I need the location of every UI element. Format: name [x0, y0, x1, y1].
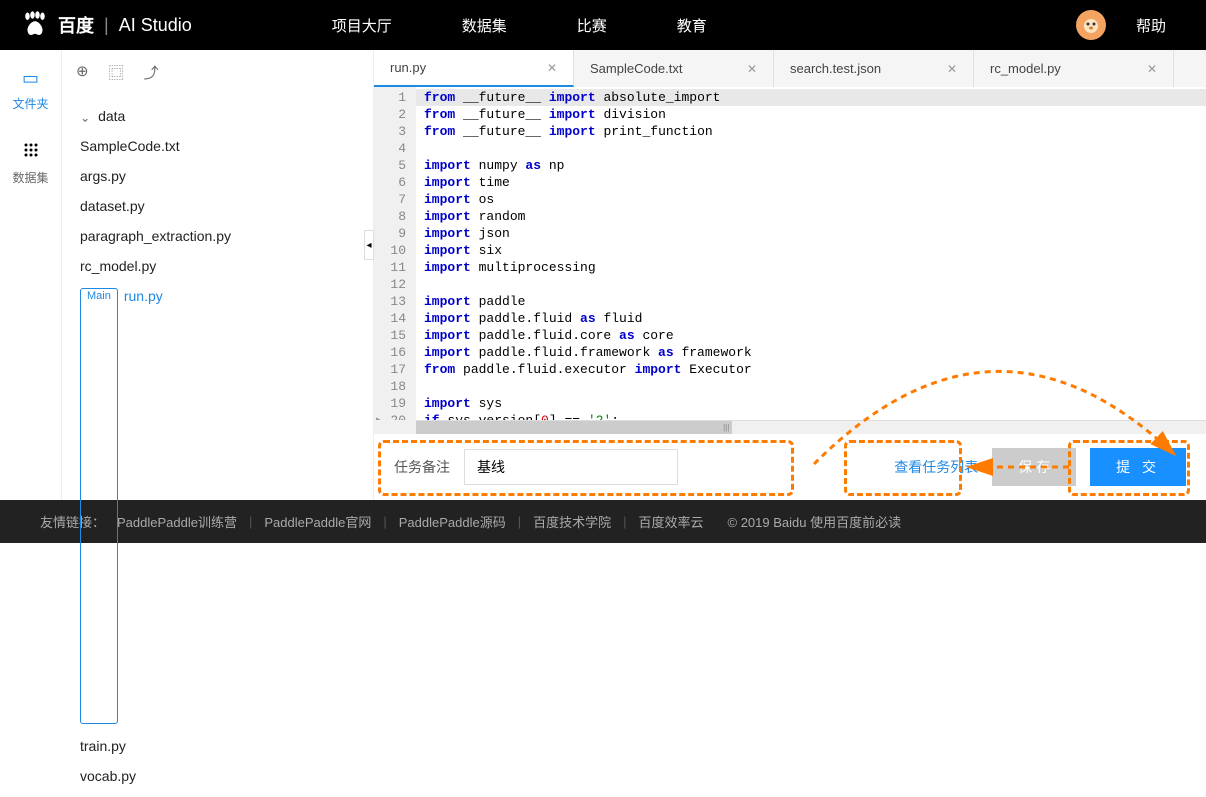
- dataset-icon: [0, 142, 61, 163]
- horizontal-scrollbar[interactable]: |||: [416, 420, 1206, 434]
- file-item[interactable]: vocab.py: [76, 761, 359, 791]
- nav-projects[interactable]: 项目大厅: [332, 15, 392, 36]
- logo-text: 百度: [58, 12, 94, 38]
- collapse-handle[interactable]: ◂: [364, 230, 374, 260]
- submit-button[interactable]: 提 交: [1090, 448, 1186, 486]
- close-icon[interactable]: ✕: [547, 61, 557, 75]
- editor-tabs: run.py✕SampleCode.txt✕search.test.json✕r…: [374, 50, 1206, 87]
- new-folder-icon[interactable]: ⿴: [109, 62, 124, 83]
- file-tree: data SampleCode.txt args.py dataset.py p…: [62, 95, 373, 797]
- close-icon[interactable]: ✕: [1147, 62, 1157, 76]
- close-icon[interactable]: ✕: [747, 62, 757, 76]
- dataset-tab[interactable]: 数据集: [0, 142, 61, 186]
- files-tab[interactable]: ▭ 文件夹: [0, 68, 61, 112]
- file-item[interactable]: rc_model.py: [76, 251, 359, 281]
- footer-link[interactable]: 百度效率云: [639, 512, 704, 531]
- code-editor: run.py✕SampleCode.txt✕search.test.json✕r…: [374, 50, 1206, 500]
- save-button[interactable]: 保 存: [992, 448, 1076, 486]
- editor-tab[interactable]: rc_model.py✕: [974, 50, 1174, 87]
- code-area[interactable]: 123456789101112131415161718192021222324 …: [374, 87, 1206, 420]
- monkey-face-icon: [1079, 13, 1103, 37]
- editor-tab[interactable]: run.py✕: [374, 50, 574, 87]
- nav-competitions[interactable]: 比赛: [577, 15, 607, 36]
- task-note-input[interactable]: [464, 449, 678, 485]
- close-icon[interactable]: ✕: [947, 62, 957, 76]
- file-explorer: ⊕ ⿴ ⤴ data SampleCode.txt args.py datase…: [62, 50, 374, 500]
- left-rail: ▭ 文件夹 数据集: [0, 50, 62, 500]
- nav-education[interactable]: 教育: [677, 15, 707, 36]
- file-item[interactable]: dataset.py: [76, 191, 359, 221]
- main-nav: 项目大厅 数据集 比赛 教育: [332, 15, 707, 36]
- new-file-icon[interactable]: ⊕: [76, 62, 89, 83]
- baidu-paw-icon: [20, 10, 50, 40]
- main-badge: Main: [80, 288, 118, 724]
- task-note-label: 任务备注: [394, 457, 450, 477]
- logo-subtitle: AI Studio: [119, 15, 192, 36]
- scrollbar-thumb[interactable]: [416, 421, 732, 434]
- top-nav-bar: 百度 | AI Studio 项目大厅 数据集 比赛 教育 帮助: [0, 0, 1206, 50]
- file-item[interactable]: args.py: [76, 161, 359, 191]
- task-bar: 任务备注 查看任务列表 保 存 提 交: [374, 434, 1206, 500]
- help-link[interactable]: 帮助: [1136, 15, 1166, 36]
- footer-link[interactable]: 百度技术学院: [533, 512, 611, 531]
- file-toolbar: ⊕ ⿴ ⤴: [62, 50, 373, 95]
- footer-link[interactable]: PaddlePaddle源码: [399, 512, 506, 531]
- file-main[interactable]: Mainrun.py: [76, 281, 359, 731]
- editor-tab[interactable]: search.test.json✕: [774, 50, 974, 87]
- file-item[interactable]: train.py: [76, 731, 359, 761]
- user-avatar[interactable]: [1076, 10, 1106, 40]
- upload-icon[interactable]: ⤴: [144, 62, 159, 83]
- editor-tab[interactable]: SampleCode.txt✕: [574, 50, 774, 87]
- line-gutter: 123456789101112131415161718192021222324: [374, 87, 416, 420]
- code-content[interactable]: from __future__ import absolute_importfr…: [416, 87, 1206, 420]
- view-task-list-link[interactable]: 查看任务列表: [894, 457, 978, 477]
- folder-data[interactable]: data: [76, 101, 359, 131]
- file-item[interactable]: SampleCode.txt: [76, 131, 359, 161]
- nav-datasets[interactable]: 数据集: [462, 15, 507, 36]
- file-item[interactable]: paragraph_extraction.py: [76, 221, 359, 251]
- logo[interactable]: 百度 | AI Studio: [0, 10, 212, 40]
- folder-icon: ▭: [0, 68, 61, 89]
- copyright: © 2019 Baidu 使用百度前必读: [728, 512, 902, 531]
